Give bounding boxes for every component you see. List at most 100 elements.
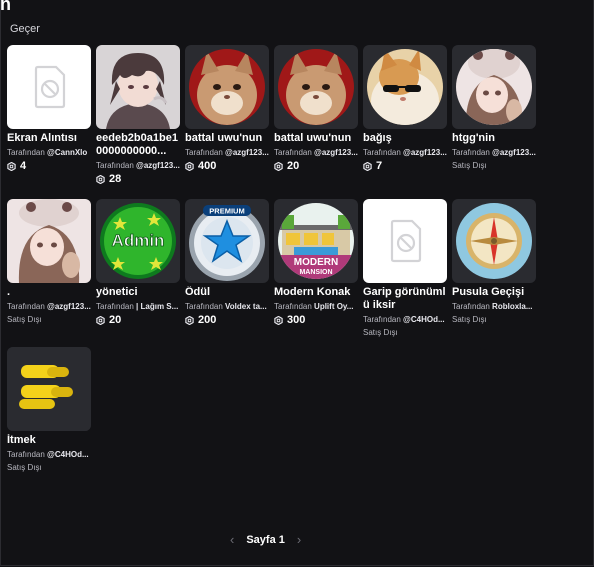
item-name[interactable]: battal uwu'nun	[274, 132, 358, 145]
item-card[interactable]: İtmek Tarafından @C4HOd... Satış Dışı	[7, 347, 91, 472]
item-card[interactable]: htgg'nin Tarafından @azgf123... Satış Dı…	[452, 45, 536, 185]
item-thumbnail[interactable]	[363, 45, 447, 129]
item-name[interactable]: .	[7, 286, 91, 299]
premium-star-image: PREMIUM	[189, 205, 265, 281]
skip-button[interactable]: Geçer	[10, 23, 40, 35]
admin-badge-image: Admin	[100, 203, 176, 279]
item-creator[interactable]: Tarafından @C4HOd...	[7, 450, 91, 459]
item-price: 20	[274, 160, 358, 172]
item-row: . Tarafından @azgf123... Satış Dışı Admi…	[7, 199, 547, 337]
item-row: Ekran Alıntısı Tarafından @CannXlo 4 eed…	[7, 45, 547, 185]
item-name[interactable]: eedeb2b0a1be10000000000...	[96, 132, 180, 158]
item-thumbnail[interactable]	[452, 45, 536, 129]
robux-icon	[96, 315, 105, 325]
admin-badge-text: Admin	[112, 231, 165, 250]
creator-prefix: Tarafından	[452, 302, 490, 311]
item-name[interactable]: bağış	[363, 132, 447, 145]
creator-prefix: Tarafından	[185, 148, 223, 157]
modern-text: MODERN	[294, 257, 338, 268]
item-thumbnail[interactable]: MODERN MANSION	[274, 199, 358, 283]
creator-name[interactable]: Voldex ta...	[225, 302, 267, 311]
compass-image	[456, 203, 532, 279]
item-price: 400	[185, 160, 269, 172]
item-name[interactable]: İtmek	[7, 434, 91, 447]
creator-name[interactable]: Robloxla...	[492, 302, 532, 311]
item-card[interactable]: . Tarafından @azgf123... Satış Dışı	[7, 199, 91, 337]
creator-name[interactable]: @azgf123...	[47, 302, 91, 311]
item-creator[interactable]: Tarafından @azgf123...	[185, 148, 269, 157]
item-thumbnail[interactable]: PREMIUM	[185, 199, 269, 283]
item-card[interactable]: Pusula Geçişi Tarafından Robloxla... Sat…	[452, 199, 536, 337]
item-name[interactable]: battal uwu'nun	[185, 132, 269, 145]
item-creator[interactable]: Tarafından Robloxla...	[452, 302, 536, 311]
item-thumbnail[interactable]	[274, 45, 358, 129]
price-value: 28	[109, 173, 122, 185]
anime-girl-image	[7, 199, 91, 283]
robux-icon	[185, 315, 194, 325]
price-value: 200	[198, 314, 217, 326]
item-creator[interactable]: Tarafından | Lağım S...	[96, 302, 180, 311]
creator-name[interactable]: Uplift Oy...	[314, 302, 353, 311]
creator-prefix: Tarafından	[185, 302, 223, 311]
item-thumbnail[interactable]	[7, 199, 91, 283]
item-name[interactable]: Modern Konak	[274, 286, 358, 299]
cat-image	[278, 49, 354, 125]
item-name[interactable]: Ödül	[185, 286, 269, 299]
price-value: 20	[109, 314, 122, 326]
premium-badge-text: PREMIUM	[209, 207, 244, 216]
item-creator[interactable]: Tarafından @azgf123...	[96, 161, 180, 170]
chevron-right-icon[interactable]: ›	[297, 532, 301, 547]
price-value: 300	[287, 314, 306, 326]
item-card[interactable]: Ekran Alıntısı Tarafından @CannXlo 4	[7, 45, 91, 185]
creator-name[interactable]: @CannXlo	[47, 148, 87, 157]
creator-name[interactable]: @azgf123...	[403, 148, 447, 157]
item-creator[interactable]: Tarafından @azgf123...	[274, 148, 358, 157]
chevron-left-icon[interactable]: ‹	[230, 532, 234, 547]
cat-sunglasses-image	[367, 49, 443, 125]
item-name[interactable]: yönetici	[96, 286, 180, 299]
creator-name[interactable]: @azgf123...	[225, 148, 269, 157]
creator-name[interactable]: @azgf123...	[314, 148, 358, 157]
item-creator[interactable]: Tarafından @C4HOd...	[363, 315, 447, 324]
item-card[interactable]: PREMIUM Ödül Tarafından Voldex ta... 200	[185, 199, 269, 337]
creator-name[interactable]: @C4HOd...	[403, 315, 445, 324]
item-card[interactable]: eedeb2b0a1be10000000000... Tarafından @a…	[96, 45, 180, 185]
item-price: 300	[274, 314, 358, 326]
item-thumbnail[interactable]: Admin	[96, 199, 180, 283]
item-grid: Ekran Alıntısı Tarafından @CannXlo 4 eed…	[7, 45, 547, 472]
item-card[interactable]: battal uwu'nun Tarafından @azgf123... 20	[274, 45, 358, 185]
item-creator[interactable]: Tarafından @azgf123...	[452, 148, 536, 157]
offsale-status: Satış Dışı	[452, 161, 487, 170]
item-card[interactable]: Garip görünümlü iksir Tarafından @C4HOd.…	[363, 199, 447, 337]
price-value: 20	[287, 160, 300, 172]
anime-avatar-image	[96, 45, 180, 129]
item-name[interactable]: htgg'nin	[452, 132, 536, 145]
item-card[interactable]: bağış Tarafından @azgf123... 7	[363, 45, 447, 185]
creator-name[interactable]: @azgf123...	[136, 161, 180, 170]
item-thumbnail[interactable]	[7, 45, 91, 129]
image-placeholder-icon	[390, 219, 422, 263]
item-creator[interactable]: Tarafından @CannXlo	[7, 148, 91, 157]
creator-name[interactable]: | Lağım S...	[136, 302, 178, 311]
item-card[interactable]: Admin yönetici Tarafından | Lağım S... 2…	[96, 199, 180, 337]
item-thumbnail[interactable]	[452, 199, 536, 283]
item-creator[interactable]: Tarafından Uplift Oy...	[274, 302, 358, 311]
item-name[interactable]: Garip görünümlü iksir	[363, 286, 447, 312]
item-card[interactable]: MODERN MANSION Modern Konak Tarafından U…	[274, 199, 358, 337]
item-thumbnail[interactable]	[7, 347, 91, 431]
creator-name[interactable]: @azgf123...	[492, 148, 536, 157]
item-creator[interactable]: Tarafından @azgf123...	[7, 302, 91, 311]
item-creator[interactable]: Tarafından Voldex ta...	[185, 302, 269, 311]
item-name[interactable]: Ekran Alıntısı	[7, 132, 91, 145]
item-card[interactable]: battal uwu'nun Tarafından @azgf123... 40…	[185, 45, 269, 185]
item-creator[interactable]: Tarafından @azgf123...	[363, 148, 447, 157]
item-thumbnail[interactable]	[96, 45, 180, 129]
item-thumbnail[interactable]	[363, 199, 447, 283]
item-name[interactable]: Pusula Geçişi	[452, 286, 536, 299]
price-value: 7	[376, 160, 383, 172]
creator-name[interactable]: @C4HOd...	[47, 450, 89, 459]
robux-icon	[274, 161, 283, 171]
creator-prefix: Tarafından	[7, 148, 45, 157]
item-price: 200	[185, 314, 269, 326]
item-thumbnail[interactable]	[185, 45, 269, 129]
